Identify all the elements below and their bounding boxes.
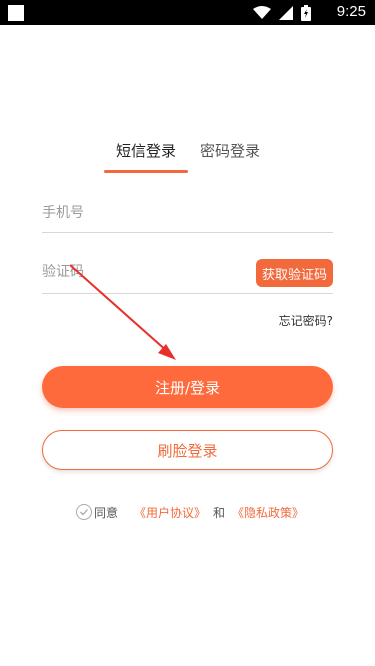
wifi-icon — [253, 6, 271, 19]
status-icons — [253, 5, 311, 21]
face-login-button[interactable]: 刷脸登录 — [42, 430, 333, 470]
status-bar: 9:25 — [0, 0, 375, 25]
tab-password-login[interactable]: 密码登录 — [200, 140, 260, 161]
forgot-password-link[interactable]: 忘记密码? — [279, 312, 333, 329]
active-tab-indicator — [104, 170, 188, 173]
battery-icon — [301, 5, 311, 21]
phone-input[interactable] — [42, 196, 242, 230]
register-login-button[interactable]: 注册/登录 — [42, 366, 333, 408]
privacy-policy-link[interactable]: 《隐私政策》 — [232, 504, 304, 521]
and-label: 和 — [213, 506, 226, 520]
code-field: 获取验证码 — [42, 255, 333, 294]
agree-label: 同意 — [94, 506, 119, 520]
tab-sms-login[interactable]: 短信登录 — [116, 140, 176, 161]
notification-icon — [8, 5, 24, 21]
status-time: 9:25 — [336, 3, 366, 20]
signal-icon — [279, 6, 293, 20]
get-code-button[interactable]: 获取验证码 — [255, 259, 333, 287]
annotation-arrow — [69, 264, 176, 360]
agree-checkbox[interactable] — [76, 504, 92, 520]
check-icon — [80, 509, 88, 516]
verification-code-input[interactable] — [42, 255, 242, 289]
user-agreement-link[interactable]: 《用户协议》 — [134, 504, 206, 521]
login-tabs: 短信登录 密码登录 — [0, 140, 375, 174]
phone-field — [42, 196, 333, 233]
